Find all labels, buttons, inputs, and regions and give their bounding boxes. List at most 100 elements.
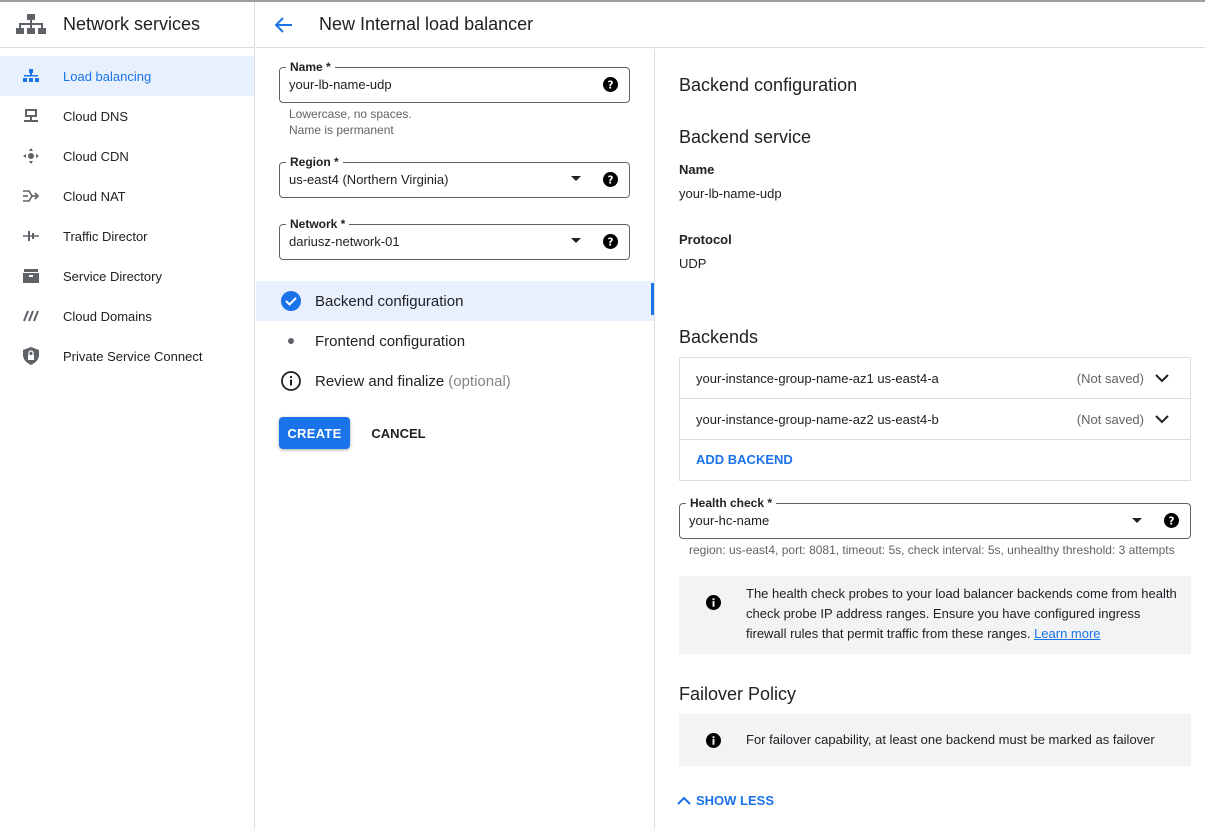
svg-text:?: ? (608, 236, 614, 248)
show-less-label: SHOW LESS (696, 793, 775, 808)
health-check-info-text: The health check probes to your load bal… (746, 584, 1179, 644)
backend-status: (Not saved) (1076, 370, 1144, 386)
health-check-value: your-hc-name (689, 513, 770, 528)
service-directory-icon (21, 266, 41, 286)
cloud-dns-icon (21, 106, 41, 126)
protocol-label: Protocol (679, 232, 732, 247)
sidebar-item-label: Cloud DNS (63, 108, 129, 124)
failover-info-text: For failover capability, at least one ba… (746, 732, 1155, 747)
cloud-nat-icon (21, 186, 41, 206)
sidebar-item-traffic-director[interactable]: Traffic Director (0, 216, 254, 256)
name-field-label: Name * (286, 59, 335, 75)
back-arrow-icon[interactable] (272, 13, 296, 37)
form-panel: Name * your-lb-name-udp ? Lowercase, no … (256, 49, 655, 829)
dropdown-arrow-icon[interactable] (1132, 518, 1142, 523)
backend-name-label: Name (679, 162, 715, 177)
chevron-down-icon[interactable] (1154, 370, 1170, 386)
page-header: New Internal load balancer (256, 2, 1205, 48)
health-check-hint: region: us-east4, port: 8081, timeout: 5… (689, 543, 1175, 557)
health-check-info-box: The health check probes to your load bal… (679, 576, 1191, 654)
cloud-cdn-icon (21, 146, 41, 166)
name-field[interactable]: Name * your-lb-name-udp ? (279, 59, 630, 103)
sidebar-item-label: Cloud CDN (63, 148, 129, 164)
cloud-domains-icon (21, 306, 41, 326)
name-field-value: your-lb-name-udp (289, 77, 392, 92)
private-service-connect-icon (21, 346, 41, 366)
help-icon[interactable]: ? (1164, 513, 1179, 528)
traffic-director-icon (21, 226, 41, 246)
info-outline-icon (280, 370, 302, 392)
sidebar-header: Network services (0, 2, 254, 48)
help-icon[interactable]: ? (603, 77, 618, 92)
backend-configuration-title: Backend configuration (679, 75, 858, 95)
chevron-up-icon (677, 796, 691, 805)
step-optional-label: (optional) (448, 372, 511, 390)
sidebar-nav: Load balancing Cloud DNS Cloud CDN Cloud… (0, 48, 254, 376)
backend-row[interactable]: your-instance-group-name-az2 us-east4-b … (680, 399, 1190, 440)
backends-list: your-instance-group-name-az1 us-east4-a … (679, 357, 1191, 481)
sidebar-item-cloud-dns[interactable]: Cloud DNS (0, 96, 254, 136)
sidebar: Network services Load balancing Cloud DN… (0, 2, 255, 829)
help-icon[interactable]: ? (603, 234, 618, 249)
protocol-value: UDP (679, 256, 707, 271)
sidebar-title: Network services (63, 14, 201, 34)
step-label: Backend configuration (315, 292, 464, 310)
show-less-button[interactable]: SHOW LESS (677, 793, 774, 808)
sidebar-item-label: Cloud Domains (63, 308, 152, 324)
network-select-label: Network * (286, 216, 350, 232)
backend-configuration-panel: Backend configuration Backend service Na… (656, 49, 1205, 829)
network-select[interactable]: Network * dariusz-network-01 ? (279, 216, 630, 260)
backend-row[interactable]: your-instance-group-name-az1 us-east4-a … (680, 358, 1190, 399)
info-icon (706, 733, 721, 748)
info-icon (706, 595, 721, 610)
network-select-value: dariusz-network-01 (289, 234, 400, 249)
backends-title: Backends (679, 327, 759, 347)
sidebar-item-private-service-connect[interactable]: Private Service Connect (0, 336, 254, 376)
help-icon[interactable]: ? (603, 172, 618, 187)
svg-text:?: ? (608, 79, 614, 91)
dropdown-arrow-icon[interactable] (571, 238, 581, 243)
page-title: New Internal load balancer (319, 14, 534, 34)
learn-more-link[interactable]: Learn more (1034, 626, 1100, 641)
step-label: Frontend configuration (315, 332, 466, 350)
health-check-select[interactable]: Health check * your-hc-name ? (679, 495, 1191, 539)
dropdown-arrow-icon[interactable] (571, 176, 581, 181)
sidebar-item-cloud-nat[interactable]: Cloud NAT (0, 176, 254, 216)
backend-name: your-instance-group-name-az2 us-east4-b (696, 411, 939, 427)
sidebar-item-service-directory[interactable]: Service Directory (0, 256, 254, 296)
sidebar-item-cloud-domains[interactable]: Cloud Domains (0, 296, 254, 336)
network-services-icon (16, 13, 46, 34)
add-backend-button[interactable]: ADD BACKEND (696, 452, 793, 467)
backend-name: your-instance-group-name-az1 us-east4-a (696, 370, 939, 386)
sidebar-item-label: Private Service Connect (63, 348, 203, 364)
step-label: Review and finalize (315, 372, 445, 390)
backend-status: (Not saved) (1076, 411, 1144, 427)
load-balancing-icon (21, 66, 41, 86)
chevron-down-icon[interactable] (1154, 411, 1170, 427)
sidebar-item-label: Load balancing (63, 68, 152, 84)
check-circle-icon (280, 290, 302, 312)
step-dot-icon (280, 330, 302, 352)
name-hint-1: Lowercase, no spaces. (289, 107, 412, 121)
health-check-label: Health check * (686, 495, 777, 511)
svg-text:?: ? (608, 174, 614, 186)
name-hint-2: Name is permanent (289, 123, 394, 137)
step-review-and-finalize[interactable]: Review and finalize (optional) (256, 361, 654, 401)
region-select-label: Region * (286, 154, 343, 170)
backend-service-title: Backend service (679, 127, 812, 147)
cancel-button[interactable]: CANCEL (362, 417, 435, 449)
health-check-info-body: The health check probes to your load bal… (746, 586, 1177, 641)
create-button[interactable]: CREATE (279, 417, 350, 449)
sidebar-item-load-balancing[interactable]: Load balancing (0, 56, 254, 96)
sidebar-item-label: Traffic Director (63, 228, 148, 244)
step-frontend-configuration[interactable]: Frontend configuration (256, 321, 654, 361)
failover-policy-title: Failover Policy (679, 684, 797, 704)
backend-name-value: your-lb-name-udp (679, 186, 782, 201)
sidebar-item-cloud-cdn[interactable]: Cloud CDN (0, 136, 254, 176)
region-select-value: us-east4 (Northern Virginia) (289, 172, 449, 187)
sidebar-item-label: Cloud NAT (63, 188, 126, 204)
step-backend-configuration[interactable]: Backend configuration (256, 281, 654, 321)
region-select[interactable]: Region * us-east4 (Northern Virginia) ? (279, 154, 630, 198)
failover-info-box: For failover capability, at least one ba… (679, 714, 1191, 766)
svg-text:?: ? (1169, 515, 1175, 527)
